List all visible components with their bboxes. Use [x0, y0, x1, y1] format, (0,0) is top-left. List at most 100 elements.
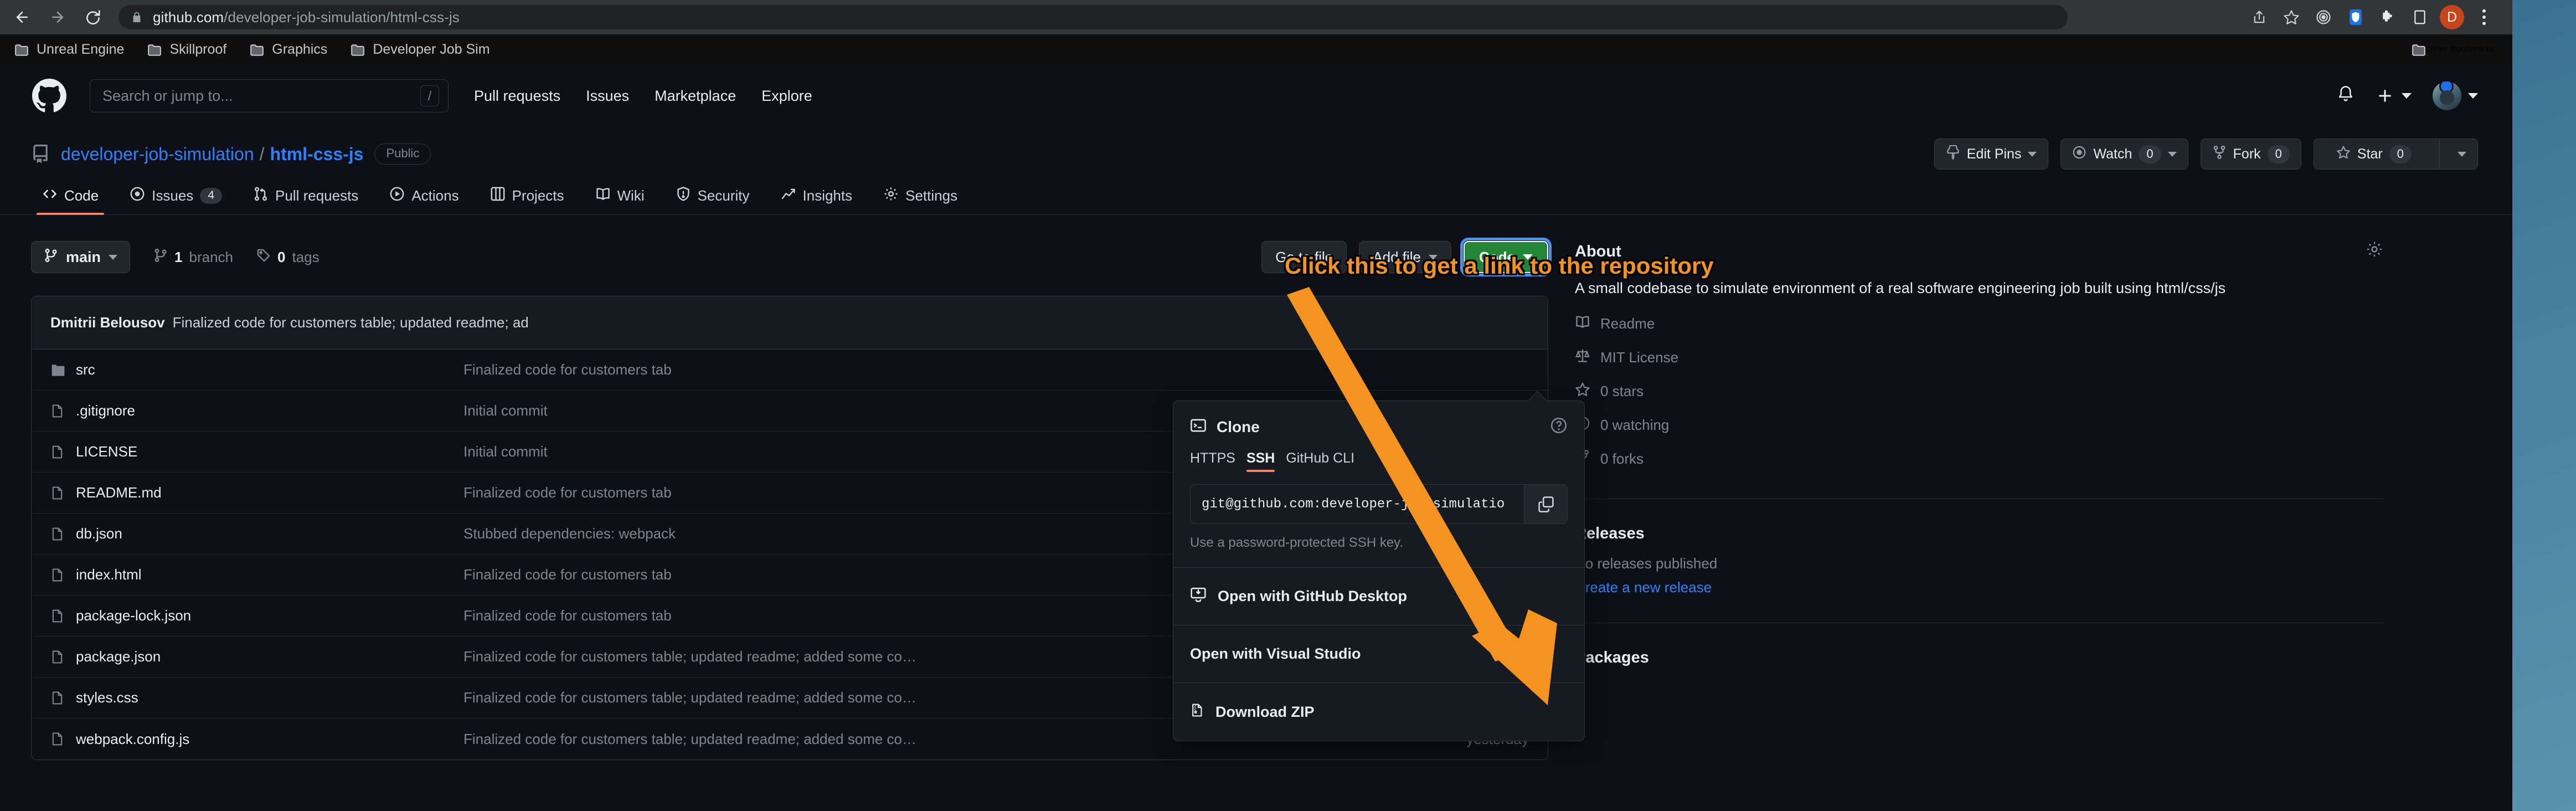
address-bar[interactable]: github.com/developer-job-simulation/html…: [119, 5, 2068, 29]
file-name[interactable]: README.md: [76, 484, 463, 501]
file-name[interactable]: .gitignore: [76, 402, 463, 419]
github-mark-icon[interactable]: [32, 79, 66, 113]
header-nav-explore[interactable]: Explore: [761, 88, 812, 105]
file-icon: [50, 731, 76, 747]
tab-issues[interactable]: Issues 4: [119, 186, 233, 214]
sidebar: About A small codebase to simulate envir…: [1575, 240, 2383, 760]
file-name[interactable]: db.json: [76, 525, 463, 542]
tab-projects[interactable]: Projects: [479, 186, 575, 214]
chevron-down-icon: [2402, 93, 2412, 99]
commit-message[interactable]: Finalized code for customers table; upda…: [173, 314, 529, 331]
file-icon: [50, 567, 76, 583]
file-name[interactable]: package.json: [76, 648, 463, 665]
profile-initial: D: [2440, 5, 2464, 29]
about-readme-link[interactable]: Readme: [1575, 314, 2383, 333]
side-panel-icon[interactable]: [2405, 2, 2435, 32]
file-name[interactable]: webpack.config.js: [76, 731, 463, 748]
forward-arrow-icon[interactable]: [44, 4, 71, 30]
bookmark-folder[interactable]: Skillproof: [147, 42, 226, 58]
chrome-profile-avatar[interactable]: D: [2437, 2, 2467, 32]
about-link-label: MIT License: [1600, 349, 1678, 366]
notification-bell-icon[interactable]: [2336, 85, 2355, 107]
table-row[interactable]: src Finalized code for customers tab: [32, 350, 1548, 391]
bookmark-folder[interactable]: Graphics: [250, 42, 327, 58]
star-dropdown-toggle[interactable]: [2446, 152, 2477, 157]
tab-actions[interactable]: Actions: [378, 186, 470, 214]
three-dot-menu-icon[interactable]: [2469, 2, 2499, 32]
file-name[interactable]: LICENSE: [76, 443, 463, 460]
repo-action-buttons: Edit Pins Watch 0 Fork 0 S: [1934, 138, 2478, 170]
about-forks-link[interactable]: 0 forks: [1575, 449, 2383, 469]
tab-label: Issues: [152, 187, 193, 204]
about-license-link[interactable]: MIT License: [1575, 348, 2383, 367]
reload-icon[interactable]: [80, 4, 106, 30]
tab-code[interactable]: Code: [31, 186, 110, 214]
edit-pins-button[interactable]: Edit Pins: [1934, 138, 2049, 170]
fork-label: Fork: [2233, 146, 2261, 162]
header-nav-pull-requests[interactable]: Pull requests: [474, 88, 560, 105]
file-name[interactable]: src: [76, 361, 463, 378]
releases-section: Releases No releases published Create a …: [1575, 499, 2383, 596]
create-new-menu[interactable]: [2376, 87, 2412, 105]
terminal-icon: [1190, 417, 1207, 437]
tab-settings[interactable]: Settings: [872, 186, 968, 214]
other-bookmarks-folder[interactable]: Other Bookmarks: [2412, 43, 2495, 57]
about-watching-link[interactable]: 0 watching: [1575, 415, 2383, 435]
bookmark-folder[interactable]: Unreal Engine: [14, 42, 124, 58]
file-name[interactable]: package-lock.json: [76, 607, 463, 624]
clone-tab-ssh[interactable]: SSH: [1246, 450, 1275, 472]
repo-name-link[interactable]: html-css-js: [270, 144, 364, 165]
file-name[interactable]: styles.css: [76, 689, 463, 706]
file-name[interactable]: index.html: [76, 566, 463, 583]
header-nav-issues[interactable]: Issues: [586, 88, 629, 105]
gear-icon[interactable]: [2366, 240, 2383, 263]
tab-wiki[interactable]: Wiki: [584, 186, 656, 214]
tab-security[interactable]: Security: [664, 186, 761, 214]
repo-owner-link[interactable]: developer-job-simulation: [61, 144, 254, 165]
tab-insights[interactable]: Insights: [770, 186, 864, 214]
shield-icon[interactable]: [2341, 2, 2371, 32]
fork-button[interactable]: Fork 0: [2201, 138, 2301, 170]
repo-book-icon: [31, 145, 50, 163]
target-icon[interactable]: [2309, 2, 2338, 32]
eye-icon: [2072, 145, 2086, 163]
latest-commit-bar: Dmitrii Belousov Finalized code for cust…: [32, 296, 1548, 350]
question-mark-icon[interactable]: [1550, 417, 1568, 437]
share-icon[interactable]: [2244, 2, 2274, 32]
download-zip-item[interactable]: Download ZIP: [1173, 683, 1584, 741]
play-icon: [389, 186, 405, 206]
branches-count[interactable]: 1 branch: [153, 248, 233, 266]
about-stars-link[interactable]: 0 stars: [1575, 382, 2383, 401]
search-input[interactable]: Search or jump to... /: [90, 79, 449, 112]
bookmark-folder[interactable]: Developer Job Sim: [351, 42, 490, 58]
about-link-label: 0 stars: [1600, 383, 1644, 400]
file-commit-message[interactable]: Finalized code for customers tab: [463, 361, 1407, 378]
browser-window: github.com/developer-job-simulation/html…: [0, 0, 2512, 811]
watch-button[interactable]: Watch 0: [2060, 138, 2188, 170]
star-button[interactable]: Star 0: [2314, 138, 2478, 170]
commit-author[interactable]: Dmitrii Belousov: [50, 314, 165, 331]
file-icon: [50, 444, 76, 460]
clone-protocol-tabs: HTTPS SSH GitHub CLI: [1190, 450, 1568, 472]
repo-header: developer-job-simulation / html-css-js P…: [0, 126, 2512, 173]
star-icon[interactable]: [2276, 2, 2306, 32]
clone-url-input[interactable]: git@github.com:developer-job-simulatio: [1191, 485, 1524, 523]
clone-tab-github-cli[interactable]: GitHub CLI: [1286, 450, 1354, 472]
star-icon: [2336, 145, 2351, 163]
issue-opened-icon: [130, 186, 145, 206]
user-menu[interactable]: [2433, 81, 2478, 110]
tags-count[interactable]: 0 tags: [256, 248, 320, 266]
clone-tab-https[interactable]: HTTPS: [1190, 450, 1235, 472]
branch-selector[interactable]: main: [31, 241, 130, 273]
status-badge: Public: [374, 143, 431, 165]
open-with-visual-studio-item[interactable]: Open with Visual Studio: [1173, 625, 1584, 683]
other-bookmarks-label: Other Bookmarks: [2426, 45, 2495, 55]
open-with-github-desktop-item[interactable]: Open with GitHub Desktop: [1173, 568, 1584, 625]
clone-section: Clone HTTPS SSH GitHub CLI git@github.co…: [1173, 401, 1584, 568]
header-nav-marketplace[interactable]: Marketplace: [655, 88, 736, 105]
back-arrow-icon[interactable]: [9, 4, 35, 30]
copy-icon[interactable]: [1524, 485, 1567, 523]
tab-pull-requests[interactable]: Pull requests: [242, 186, 369, 214]
puzzle-piece-icon[interactable]: [2373, 2, 2403, 32]
create-release-link[interactable]: Create a new release: [1575, 579, 2383, 596]
